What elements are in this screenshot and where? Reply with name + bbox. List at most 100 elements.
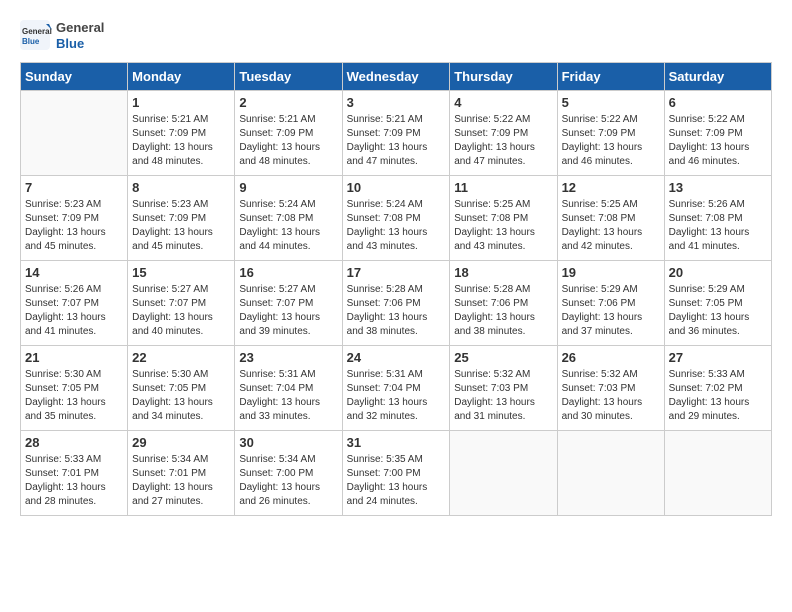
day-info: Sunrise: 5:24 AMSunset: 7:08 PMDaylight:… [239, 198, 337, 254]
day-info: Sunrise: 5:30 AMSunset: 7:05 PMDaylight:… [25, 368, 123, 424]
day-cell: 18 Sunrise: 5:28 AMSunset: 7:06 PMDayligh… [450, 261, 557, 346]
day-number: 1 [132, 95, 230, 110]
day-cell: 13Sunrise: 5:26 AMSunset: 7:08 PMDayligh… [664, 176, 771, 261]
day-info: Sunrise: 5:32 AMSunset: 7:03 PMDaylight:… [454, 368, 552, 424]
day-number: 18 [454, 265, 552, 280]
day-number: 27 [669, 350, 767, 365]
weekday-header-row: SundayMondayTuesdayWednesdayThursdayFrid… [21, 63, 772, 91]
day-info: Sunrise: 5:29 AMSunset: 7:05 PMDaylight:… [669, 283, 767, 339]
day-number: 5 [562, 95, 660, 110]
day-cell: 24 Sunrise: 5:31 AMSunset: 7:04 PMDayligh… [342, 346, 450, 431]
weekday-header-wednesday: Wednesday [342, 63, 450, 91]
day-number: 14 [25, 265, 123, 280]
day-info: Sunrise: 5:27 AMSunset: 7:07 PMDaylight:… [239, 283, 337, 339]
day-cell: 7Sunrise: 5:23 AMSunset: 7:09 PMDaylight… [21, 176, 128, 261]
day-cell: 8Sunrise: 5:23 AMSunset: 7:09 PMDaylight… [128, 176, 235, 261]
day-info: Sunrise: 5:30 AMSunset: 7:05 PMDaylight:… [132, 368, 230, 424]
logo-blue: Blue [56, 36, 104, 52]
day-cell: 2 Sunrise: 5:21 AMSunset: 7:09 PMDaylight… [235, 91, 342, 176]
logo: General Blue GeneralBlue [20, 20, 104, 52]
day-info: Sunrise: 5:22 AMSunset: 7:09 PMDaylight:… [669, 113, 767, 169]
day-number: 28 [25, 435, 123, 450]
day-number: 26 [562, 350, 660, 365]
day-number: 9 [239, 180, 337, 195]
day-number: 12 [562, 180, 660, 195]
day-number: 30 [239, 435, 337, 450]
day-cell: 20 Sunrise: 5:29 AMSunset: 7:05 PMDayligh… [664, 261, 771, 346]
day-number: 6 [669, 95, 767, 110]
day-cell: 11 Sunrise: 5:25 AMSunset: 7:08 PMDayligh… [450, 176, 557, 261]
day-cell: 22 Sunrise: 5:30 AMSunset: 7:05 PMDayligh… [128, 346, 235, 431]
day-cell: 3 Sunrise: 5:21 AMSunset: 7:09 PMDaylight… [342, 91, 450, 176]
day-cell: 15 Sunrise: 5:27 AMSunset: 7:07 PMDayligh… [128, 261, 235, 346]
logo-general: General [56, 20, 104, 36]
day-number: 21 [25, 350, 123, 365]
day-cell [21, 91, 128, 176]
day-number: 4 [454, 95, 552, 110]
day-number: 13 [669, 180, 767, 195]
day-info: Sunrise: 5:23 AMSunset: 7:09 PMDaylight:… [25, 198, 123, 254]
day-number: 11 [454, 180, 552, 195]
svg-text:Blue: Blue [22, 37, 40, 46]
day-cell: 19Sunrise: 5:29 AMSunset: 7:06 PMDayligh… [557, 261, 664, 346]
day-info: Sunrise: 5:27 AMSunset: 7:07 PMDaylight:… [132, 283, 230, 339]
day-info: Sunrise: 5:28 AMSunset: 7:06 PMDaylight:… [347, 283, 446, 339]
logo-icon: General Blue [20, 20, 52, 52]
day-cell: 27 Sunrise: 5:33 AMSunset: 7:02 PMDayligh… [664, 346, 771, 431]
day-cell: 12Sunrise: 5:25 AMSunset: 7:08 PMDayligh… [557, 176, 664, 261]
day-info: Sunrise: 5:35 AMSunset: 7:00 PMDaylight:… [347, 453, 446, 509]
weekday-header-tuesday: Tuesday [235, 63, 342, 91]
weekday-header-saturday: Saturday [664, 63, 771, 91]
day-cell: 9 Sunrise: 5:24 AMSunset: 7:08 PMDaylight… [235, 176, 342, 261]
day-info: Sunrise: 5:31 AMSunset: 7:04 PMDaylight:… [239, 368, 337, 424]
day-cell: 6 Sunrise: 5:22 AMSunset: 7:09 PMDaylight… [664, 91, 771, 176]
day-cell [664, 431, 771, 516]
day-info: Sunrise: 5:28 AMSunset: 7:06 PMDaylight:… [454, 283, 552, 339]
weekday-header-thursday: Thursday [450, 63, 557, 91]
day-number: 25 [454, 350, 552, 365]
day-number: 22 [132, 350, 230, 365]
day-info: Sunrise: 5:33 AMSunset: 7:01 PMDaylight:… [25, 453, 123, 509]
day-info: Sunrise: 5:31 AMSunset: 7:04 PMDaylight:… [347, 368, 446, 424]
week-row-1: 1 Sunrise: 5:21 AMSunset: 7:09 PMDaylight… [21, 91, 772, 176]
day-number: 2 [239, 95, 337, 110]
day-number: 29 [132, 435, 230, 450]
calendar-table: SundayMondayTuesdayWednesdayThursdayFrid… [20, 62, 772, 516]
day-cell [450, 431, 557, 516]
day-cell: 17 Sunrise: 5:28 AMSunset: 7:06 PMDayligh… [342, 261, 450, 346]
day-info: Sunrise: 5:22 AMSunset: 7:09 PMDaylight:… [562, 113, 660, 169]
day-cell: 28 Sunrise: 5:33 AMSunset: 7:01 PMDayligh… [21, 431, 128, 516]
day-cell: 25 Sunrise: 5:32 AMSunset: 7:03 PMDayligh… [450, 346, 557, 431]
week-row-5: 28 Sunrise: 5:33 AMSunset: 7:01 PMDayligh… [21, 431, 772, 516]
day-cell: 29 Sunrise: 5:34 AMSunset: 7:01 PMDayligh… [128, 431, 235, 516]
day-cell: 16Sunrise: 5:27 AMSunset: 7:07 PMDayligh… [235, 261, 342, 346]
day-cell: 21 Sunrise: 5:30 AMSunset: 7:05 PMDayligh… [21, 346, 128, 431]
day-info: Sunrise: 5:21 AMSunset: 7:09 PMDaylight:… [347, 113, 446, 169]
day-info: Sunrise: 5:25 AMSunset: 7:08 PMDaylight:… [454, 198, 552, 254]
day-cell: 1Sunrise: 5:21 AMSunset: 7:09 PMDaylight… [128, 91, 235, 176]
day-info: Sunrise: 5:26 AMSunset: 7:07 PMDaylight:… [25, 283, 123, 339]
day-cell: 4Sunrise: 5:22 AMSunset: 7:09 PMDaylight… [450, 91, 557, 176]
week-row-2: 7Sunrise: 5:23 AMSunset: 7:09 PMDaylight… [21, 176, 772, 261]
day-number: 17 [347, 265, 446, 280]
day-info: Sunrise: 5:34 AMSunset: 7:01 PMDaylight:… [132, 453, 230, 509]
day-number: 3 [347, 95, 446, 110]
day-info: Sunrise: 5:23 AMSunset: 7:09 PMDaylight:… [132, 198, 230, 254]
day-cell: 31Sunrise: 5:35 AMSunset: 7:00 PMDayligh… [342, 431, 450, 516]
day-cell: 30Sunrise: 5:34 AMSunset: 7:00 PMDayligh… [235, 431, 342, 516]
day-number: 24 [347, 350, 446, 365]
day-cell [557, 431, 664, 516]
weekday-header-monday: Monday [128, 63, 235, 91]
week-row-4: 21 Sunrise: 5:30 AMSunset: 7:05 PMDayligh… [21, 346, 772, 431]
day-cell: 23 Sunrise: 5:31 AMSunset: 7:04 PMDayligh… [235, 346, 342, 431]
day-info: Sunrise: 5:21 AMSunset: 7:09 PMDaylight:… [239, 113, 337, 169]
day-info: Sunrise: 5:24 AMSunset: 7:08 PMDaylight:… [347, 198, 446, 254]
day-info: Sunrise: 5:33 AMSunset: 7:02 PMDaylight:… [669, 368, 767, 424]
day-number: 15 [132, 265, 230, 280]
day-info: Sunrise: 5:32 AMSunset: 7:03 PMDaylight:… [562, 368, 660, 424]
weekday-header-friday: Friday [557, 63, 664, 91]
day-number: 20 [669, 265, 767, 280]
day-number: 19 [562, 265, 660, 280]
day-number: 23 [239, 350, 337, 365]
day-cell: 5 Sunrise: 5:22 AMSunset: 7:09 PMDaylight… [557, 91, 664, 176]
